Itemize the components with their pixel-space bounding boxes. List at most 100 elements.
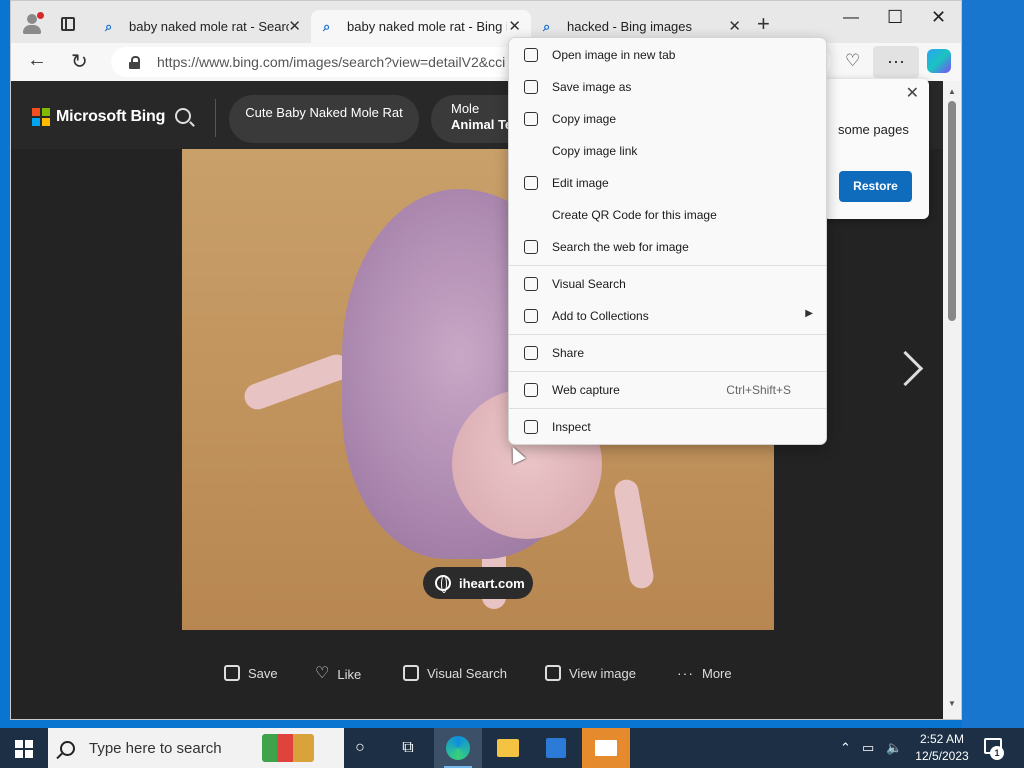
action-label: Save xyxy=(248,665,278,681)
more-dots-icon: ··· xyxy=(677,665,694,681)
tab-title: baby naked mole rat - Search xyxy=(129,19,289,34)
heart-icon: ♡ xyxy=(315,665,330,682)
bing-search-icon: ⌕ xyxy=(105,18,113,34)
action-label: More xyxy=(702,665,732,681)
view-image-icon xyxy=(545,665,561,681)
menu-item-copy-image[interactable]: Copy image xyxy=(509,104,826,134)
inspect-icon xyxy=(524,420,538,434)
copy-image-icon xyxy=(524,112,538,126)
menu-item-save-image-as[interactable]: Save image as xyxy=(509,72,826,102)
menu-item-label: Web capture xyxy=(552,383,620,397)
like-button[interactable]: ♡ Like xyxy=(315,665,361,683)
bing-search-icon: ⌕ xyxy=(323,18,331,34)
share-icon xyxy=(524,346,538,360)
close-tab-icon[interactable]: ✕ xyxy=(728,17,741,35)
menu-item-label: Inspect xyxy=(552,420,591,434)
bing-logo[interactable]: Microsoft Bing xyxy=(32,108,165,126)
edit-image-icon xyxy=(524,176,538,190)
save-icon xyxy=(224,665,240,681)
menu-item-label: Edit image xyxy=(552,176,609,190)
next-image-icon[interactable] xyxy=(901,351,921,387)
close-window-icon[interactable]: ✕ xyxy=(931,7,946,28)
start-button[interactable] xyxy=(15,740,33,758)
submenu-arrow-icon: ▶ xyxy=(805,308,813,319)
tab-actions-icon[interactable] xyxy=(61,17,75,31)
source-label: iheart.com xyxy=(459,575,525,591)
action-label: Like xyxy=(337,666,362,682)
image-source-link[interactable]: iheart.com xyxy=(423,567,533,599)
taskbar-file-explorer[interactable] xyxy=(484,728,532,768)
menu-item-create-qr-code[interactable]: Create QR Code for this image xyxy=(509,200,826,230)
scroll-up-icon[interactable]: ▲ xyxy=(948,87,956,96)
browser-essentials-icon[interactable]: ♡ xyxy=(845,51,860,71)
mail-icon xyxy=(595,740,617,756)
chip-label: Cute Baby Naked Mole Rat xyxy=(245,105,403,120)
tab-title: hacked - Bing images xyxy=(567,19,693,34)
scroll-thumb[interactable] xyxy=(948,101,956,321)
refresh-icon[interactable]: ↻ xyxy=(71,49,88,74)
restore-pages-popup: ✕ some pages Restore xyxy=(823,79,929,219)
tab-search[interactable]: ⌕ baby naked mole rat - Search ✕ xyxy=(93,10,311,43)
cortana-icon[interactable]: ○ xyxy=(336,728,384,768)
menu-item-label: Save image as xyxy=(552,80,632,94)
close-tab-icon[interactable]: ✕ xyxy=(508,17,521,35)
close-icon[interactable]: ✕ xyxy=(906,83,919,103)
save-button[interactable]: Save xyxy=(224,665,278,681)
restore-button[interactable]: Restore xyxy=(839,171,912,202)
menu-item-add-to-collections[interactable]: Add to Collections ▶ xyxy=(509,301,826,331)
bing-search-icon: ⌕ xyxy=(543,18,551,34)
edge-icon xyxy=(446,736,470,760)
search-web-icon xyxy=(524,240,538,254)
settings-more-button[interactable]: ··· xyxy=(873,46,919,78)
minimize-icon[interactable]: — xyxy=(843,9,859,27)
show-hidden-icons-icon[interactable]: ⌃ xyxy=(840,740,851,756)
menu-item-label: Add to Collections xyxy=(552,309,649,323)
page-scrollbar[interactable]: ▲ ▼ xyxy=(943,81,961,719)
tab-bing-images-active[interactable]: ⌕ baby naked mole rat - Bing images ✕ xyxy=(311,10,531,43)
taskbar-edge[interactable] xyxy=(434,728,482,768)
scroll-down-icon[interactable]: ▼ xyxy=(948,699,956,708)
address-url: https://www.bing.com/images/search?view=… xyxy=(157,54,506,70)
taskbar-search-box[interactable]: Type here to search xyxy=(48,728,344,768)
desktop-background xyxy=(962,0,1024,728)
related-search-chip[interactable]: Cute Baby Naked Mole Rat xyxy=(229,95,419,143)
menu-item-inspect[interactable]: Inspect xyxy=(509,412,826,442)
clock-date: 12/5/2023 xyxy=(915,749,969,763)
menu-separator xyxy=(509,334,826,335)
taskbar-mail[interactable] xyxy=(582,728,630,768)
volume-icon[interactable]: 🔈 xyxy=(886,740,902,756)
search-icon[interactable] xyxy=(175,108,191,124)
maximize-icon[interactable]: ☐ xyxy=(887,7,903,28)
menu-item-edit-image[interactable]: Edit image xyxy=(509,168,826,198)
taskbar: Type here to search ○ ⧉ ⌃ ▭ 🔈 2:52 AM 12… xyxy=(0,728,1024,768)
taskbar-store[interactable] xyxy=(532,728,580,768)
task-view-icon[interactable]: ⧉ xyxy=(384,728,432,768)
more-button[interactable]: ··· More xyxy=(677,665,732,681)
new-tab-icon[interactable]: + xyxy=(757,11,770,37)
profile-avatar-icon[interactable] xyxy=(21,12,44,34)
lock-icon[interactable] xyxy=(129,55,140,69)
image-context-menu: Open image in new tab Save image as Copy… xyxy=(508,37,827,445)
menu-item-visual-search[interactable]: Visual Search xyxy=(509,269,826,299)
collections-icon xyxy=(524,309,538,323)
view-image-button[interactable]: View image xyxy=(545,665,636,681)
menu-item-share[interactable]: Share xyxy=(509,338,826,368)
menu-item-label: Open image in new tab xyxy=(552,48,676,62)
system-clock[interactable]: 2:52 AM 12/5/2023 xyxy=(902,731,982,765)
menu-item-open-image-new-tab[interactable]: Open image in new tab xyxy=(509,40,826,70)
menu-item-shortcut: Ctrl+Shift+S xyxy=(726,383,791,397)
back-icon[interactable]: ← xyxy=(27,49,47,72)
folder-icon xyxy=(497,739,519,757)
menu-item-copy-image-link[interactable]: Copy image link xyxy=(509,136,826,166)
menu-item-search-web-for-image[interactable]: Search the web for image xyxy=(509,232,826,262)
action-label: Visual Search xyxy=(427,665,507,681)
visual-search-button[interactable]: Visual Search xyxy=(403,665,507,681)
network-icon[interactable]: ▭ xyxy=(862,740,874,756)
clock-time: 2:52 AM xyxy=(919,732,965,746)
search-icon xyxy=(60,740,75,756)
menu-item-web-capture[interactable]: Web capture Ctrl+Shift+S xyxy=(509,375,826,405)
menu-separator xyxy=(509,265,826,266)
copilot-icon[interactable] xyxy=(927,49,951,73)
menu-item-label: Create QR Code for this image xyxy=(552,208,717,222)
close-tab-icon[interactable]: ✕ xyxy=(288,17,301,35)
